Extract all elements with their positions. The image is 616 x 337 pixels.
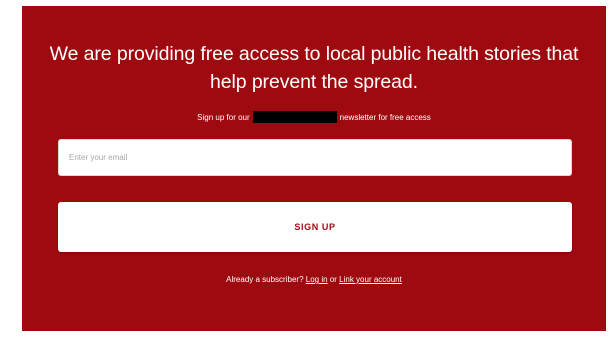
subscriber-footer: Already a subscriber? Log in or Link you… [22,274,606,286]
subtext-after: newsletter for free access [339,113,431,122]
subtext-before: Sign up for our [197,113,250,122]
login-link[interactable]: Log in [306,275,328,284]
promo-subtext: Sign up for our newsletter for free acces… [22,111,606,124]
promo-headline: We are providing free access to local pu… [49,43,579,93]
footer-separator: or [329,275,337,284]
email-input[interactable] [58,139,572,176]
footer-prefix: Already a subscriber? [226,275,304,284]
redacted-newsletter-name [252,111,337,123]
link-account-link[interactable]: Link your account [339,275,402,284]
signup-button[interactable]: SIGN UP [58,202,572,252]
newsletter-signup-panel: We are providing free access to local pu… [22,6,606,331]
